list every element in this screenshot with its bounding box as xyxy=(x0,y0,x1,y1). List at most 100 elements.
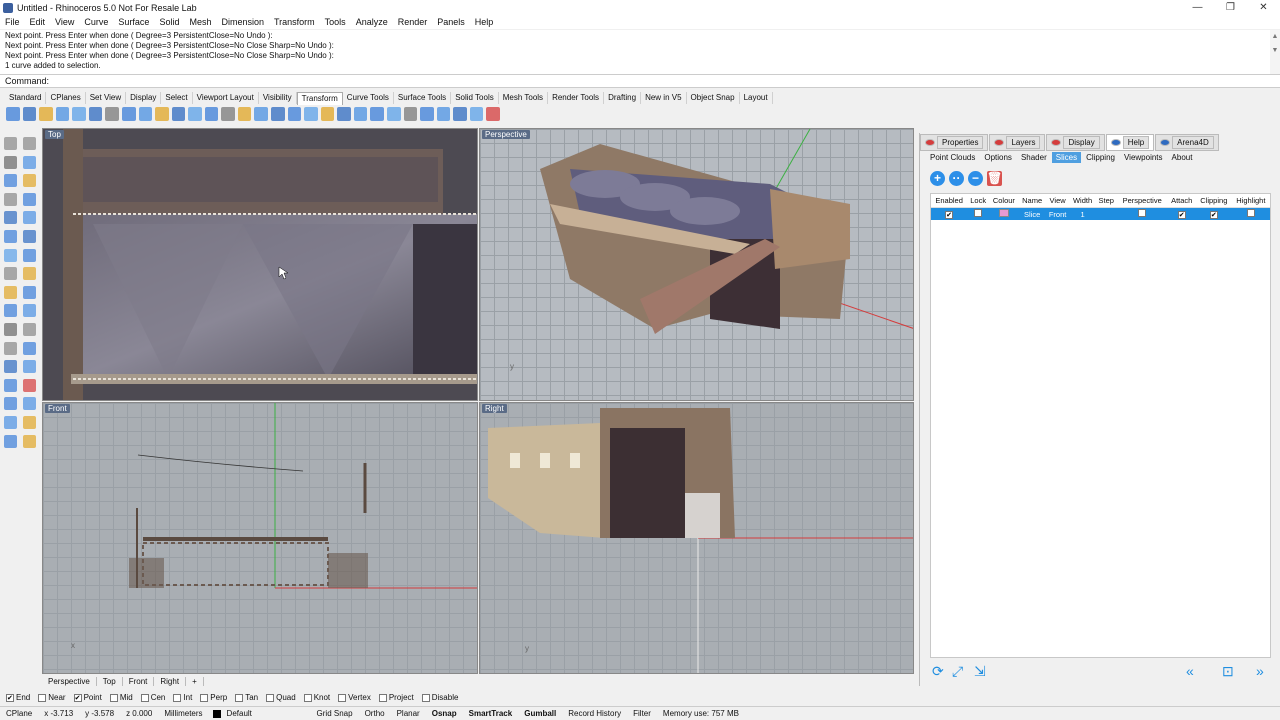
osnap-checkbox[interactable] xyxy=(200,693,209,702)
osnap-toggle[interactable]: Osnap xyxy=(426,709,463,718)
page-icon[interactable]: ⊡ xyxy=(1222,663,1234,680)
panel-tab-display[interactable]: Display xyxy=(1046,134,1105,151)
palette-tool-icon[interactable] xyxy=(4,155,17,169)
palette-tool-icon[interactable] xyxy=(4,322,17,336)
palette-tool-icon[interactable] xyxy=(4,397,17,411)
palette-tool-icon[interactable] xyxy=(23,192,36,206)
toolbar-tab-cplanes[interactable]: CPlanes xyxy=(46,92,86,104)
toolbar-tab-visibility[interactable]: Visibility xyxy=(259,92,297,104)
viewport-tab-right[interactable]: Right xyxy=(154,677,187,686)
osnap-near[interactable]: Near xyxy=(38,693,66,702)
cplane-label[interactable]: CPlane xyxy=(0,709,38,718)
toolbar-tab-display[interactable]: Display xyxy=(126,92,162,104)
transform-tool-icon[interactable] xyxy=(486,107,500,121)
perspective-checkbox[interactable] xyxy=(1138,209,1147,217)
column-header-width[interactable]: Width xyxy=(1069,194,1096,208)
palette-tool-icon[interactable] xyxy=(23,267,36,281)
refresh-icon[interactable]: ⟳ xyxy=(932,663,944,680)
grid-snap-toggle[interactable]: Grid Snap xyxy=(311,709,359,718)
subtab-slices[interactable]: Slices xyxy=(1051,152,1082,163)
duplicate-icon[interactable]: ·· xyxy=(949,171,964,186)
layer-swatch[interactable] xyxy=(212,709,221,718)
panel-tab-properties[interactable]: Properties xyxy=(920,134,989,151)
cell-value[interactable]: 1 xyxy=(1080,210,1084,219)
osnap-point[interactable]: ✔ Point xyxy=(73,693,102,702)
column-header-clipping[interactable]: Clipping xyxy=(1195,194,1232,208)
menu-help[interactable]: Help xyxy=(470,17,499,27)
transform-tool-icon[interactable] xyxy=(171,107,186,121)
subtab-shader[interactable]: Shader xyxy=(1017,152,1051,163)
transform-tool-icon[interactable] xyxy=(138,107,153,121)
transform-tool-icon[interactable] xyxy=(254,107,268,121)
osnap-checkbox[interactable]: ✔ xyxy=(6,693,14,702)
palette-tool-icon[interactable] xyxy=(4,378,17,392)
osnap-mid[interactable]: Mid xyxy=(109,693,133,702)
planar-toggle[interactable]: Planar xyxy=(391,709,426,718)
menu-curve[interactable]: Curve xyxy=(79,17,113,27)
palette-tool-icon[interactable] xyxy=(23,137,36,150)
cell-value[interactable]: Slice xyxy=(1024,210,1040,219)
pick-icon[interactable]: ⇲ xyxy=(974,663,986,680)
column-header-enabled[interactable]: Enabled xyxy=(931,194,968,208)
filter-toggle[interactable]: Filter xyxy=(627,709,657,718)
osnap-knot[interactable]: Knot xyxy=(303,693,330,702)
toolbar-tab-viewport-layout[interactable]: Viewport Layout xyxy=(193,92,259,104)
menu-solid[interactable]: Solid xyxy=(154,17,184,27)
smarttrack-toggle[interactable]: SmartTrack xyxy=(463,709,519,718)
transform-tool-icon[interactable] xyxy=(155,107,169,121)
palette-tool-icon[interactable] xyxy=(4,415,17,429)
palette-tool-icon[interactable] xyxy=(4,211,17,225)
transform-tool-icon[interactable] xyxy=(237,107,252,121)
transform-tool-icon[interactable] xyxy=(204,107,219,121)
viewport-label-top[interactable]: Top xyxy=(45,130,64,139)
osnap-cen[interactable]: Cen xyxy=(140,693,165,702)
toolbar-tab-layout[interactable]: Layout xyxy=(740,92,773,104)
menu-edit[interactable]: Edit xyxy=(25,17,51,27)
subtab-options[interactable]: Options xyxy=(980,152,1016,163)
column-header-step[interactable]: Step xyxy=(1095,194,1117,208)
palette-tool-icon[interactable] xyxy=(23,211,36,225)
attach-checkbox[interactable]: ✔ xyxy=(1177,210,1186,219)
palette-tool-icon[interactable] xyxy=(23,155,36,169)
viewport-front[interactable]: Front x xyxy=(42,402,478,674)
transform-tool-icon[interactable] xyxy=(420,107,434,121)
add-icon[interactable]: + xyxy=(930,171,945,186)
gumball-toggle[interactable]: Gumball xyxy=(518,709,562,718)
column-header-name[interactable]: Name xyxy=(1018,194,1046,208)
osnap-perp[interactable]: Perp xyxy=(200,693,227,702)
osnap-checkbox[interactable]: ✔ xyxy=(73,693,82,702)
palette-tool-icon[interactable] xyxy=(4,174,17,188)
menu-view[interactable]: View xyxy=(50,17,79,27)
panel-tab-help[interactable]: Help xyxy=(1105,134,1155,151)
viewport-label-right[interactable]: Right xyxy=(482,404,507,413)
column-header-perspective[interactable]: Perspective xyxy=(1116,194,1168,208)
transform-tool-icon[interactable] xyxy=(221,107,235,121)
toolbar-tab-transform[interactable]: Transform xyxy=(296,91,343,105)
osnap-checkbox[interactable] xyxy=(421,693,430,702)
transform-tool-icon[interactable] xyxy=(436,107,451,121)
palette-tool-icon[interactable] xyxy=(23,397,36,411)
next-icon[interactable]: » xyxy=(1256,663,1264,679)
osnap-checkbox[interactable] xyxy=(109,693,118,702)
osnap-project[interactable]: Project xyxy=(378,693,414,702)
palette-tool-icon[interactable] xyxy=(23,360,36,374)
palette-tool-icon[interactable] xyxy=(23,248,36,262)
toolbar-tab-surface-tools[interactable]: Surface Tools xyxy=(394,92,452,104)
transform-tool-icon[interactable] xyxy=(370,107,384,121)
menu-transform[interactable]: Transform xyxy=(269,17,320,27)
palette-tool-icon[interactable] xyxy=(4,341,17,355)
osnap-disable[interactable]: Disable xyxy=(421,693,458,702)
toolbar-tab-new-in-v5[interactable]: New in V5 xyxy=(641,92,687,104)
palette-tool-icon[interactable] xyxy=(23,378,36,392)
minimize-icon[interactable]: — xyxy=(1181,0,1214,15)
palette-tool-icon[interactable] xyxy=(23,434,36,448)
osnap-checkbox[interactable] xyxy=(235,693,244,702)
viewport-perspective[interactable]: Perspective y xyxy=(479,128,914,401)
menu-panels[interactable]: Panels xyxy=(432,17,470,27)
transform-tool-icon[interactable] xyxy=(88,107,103,121)
subtab-clipping[interactable]: Clipping xyxy=(1082,152,1119,163)
palette-tool-icon[interactable] xyxy=(23,285,36,299)
menu-file[interactable]: File xyxy=(0,17,25,27)
toolbar-tab-standard[interactable]: Standard xyxy=(5,92,47,104)
toolbar-tab-render-tools[interactable]: Render Tools xyxy=(548,92,605,104)
